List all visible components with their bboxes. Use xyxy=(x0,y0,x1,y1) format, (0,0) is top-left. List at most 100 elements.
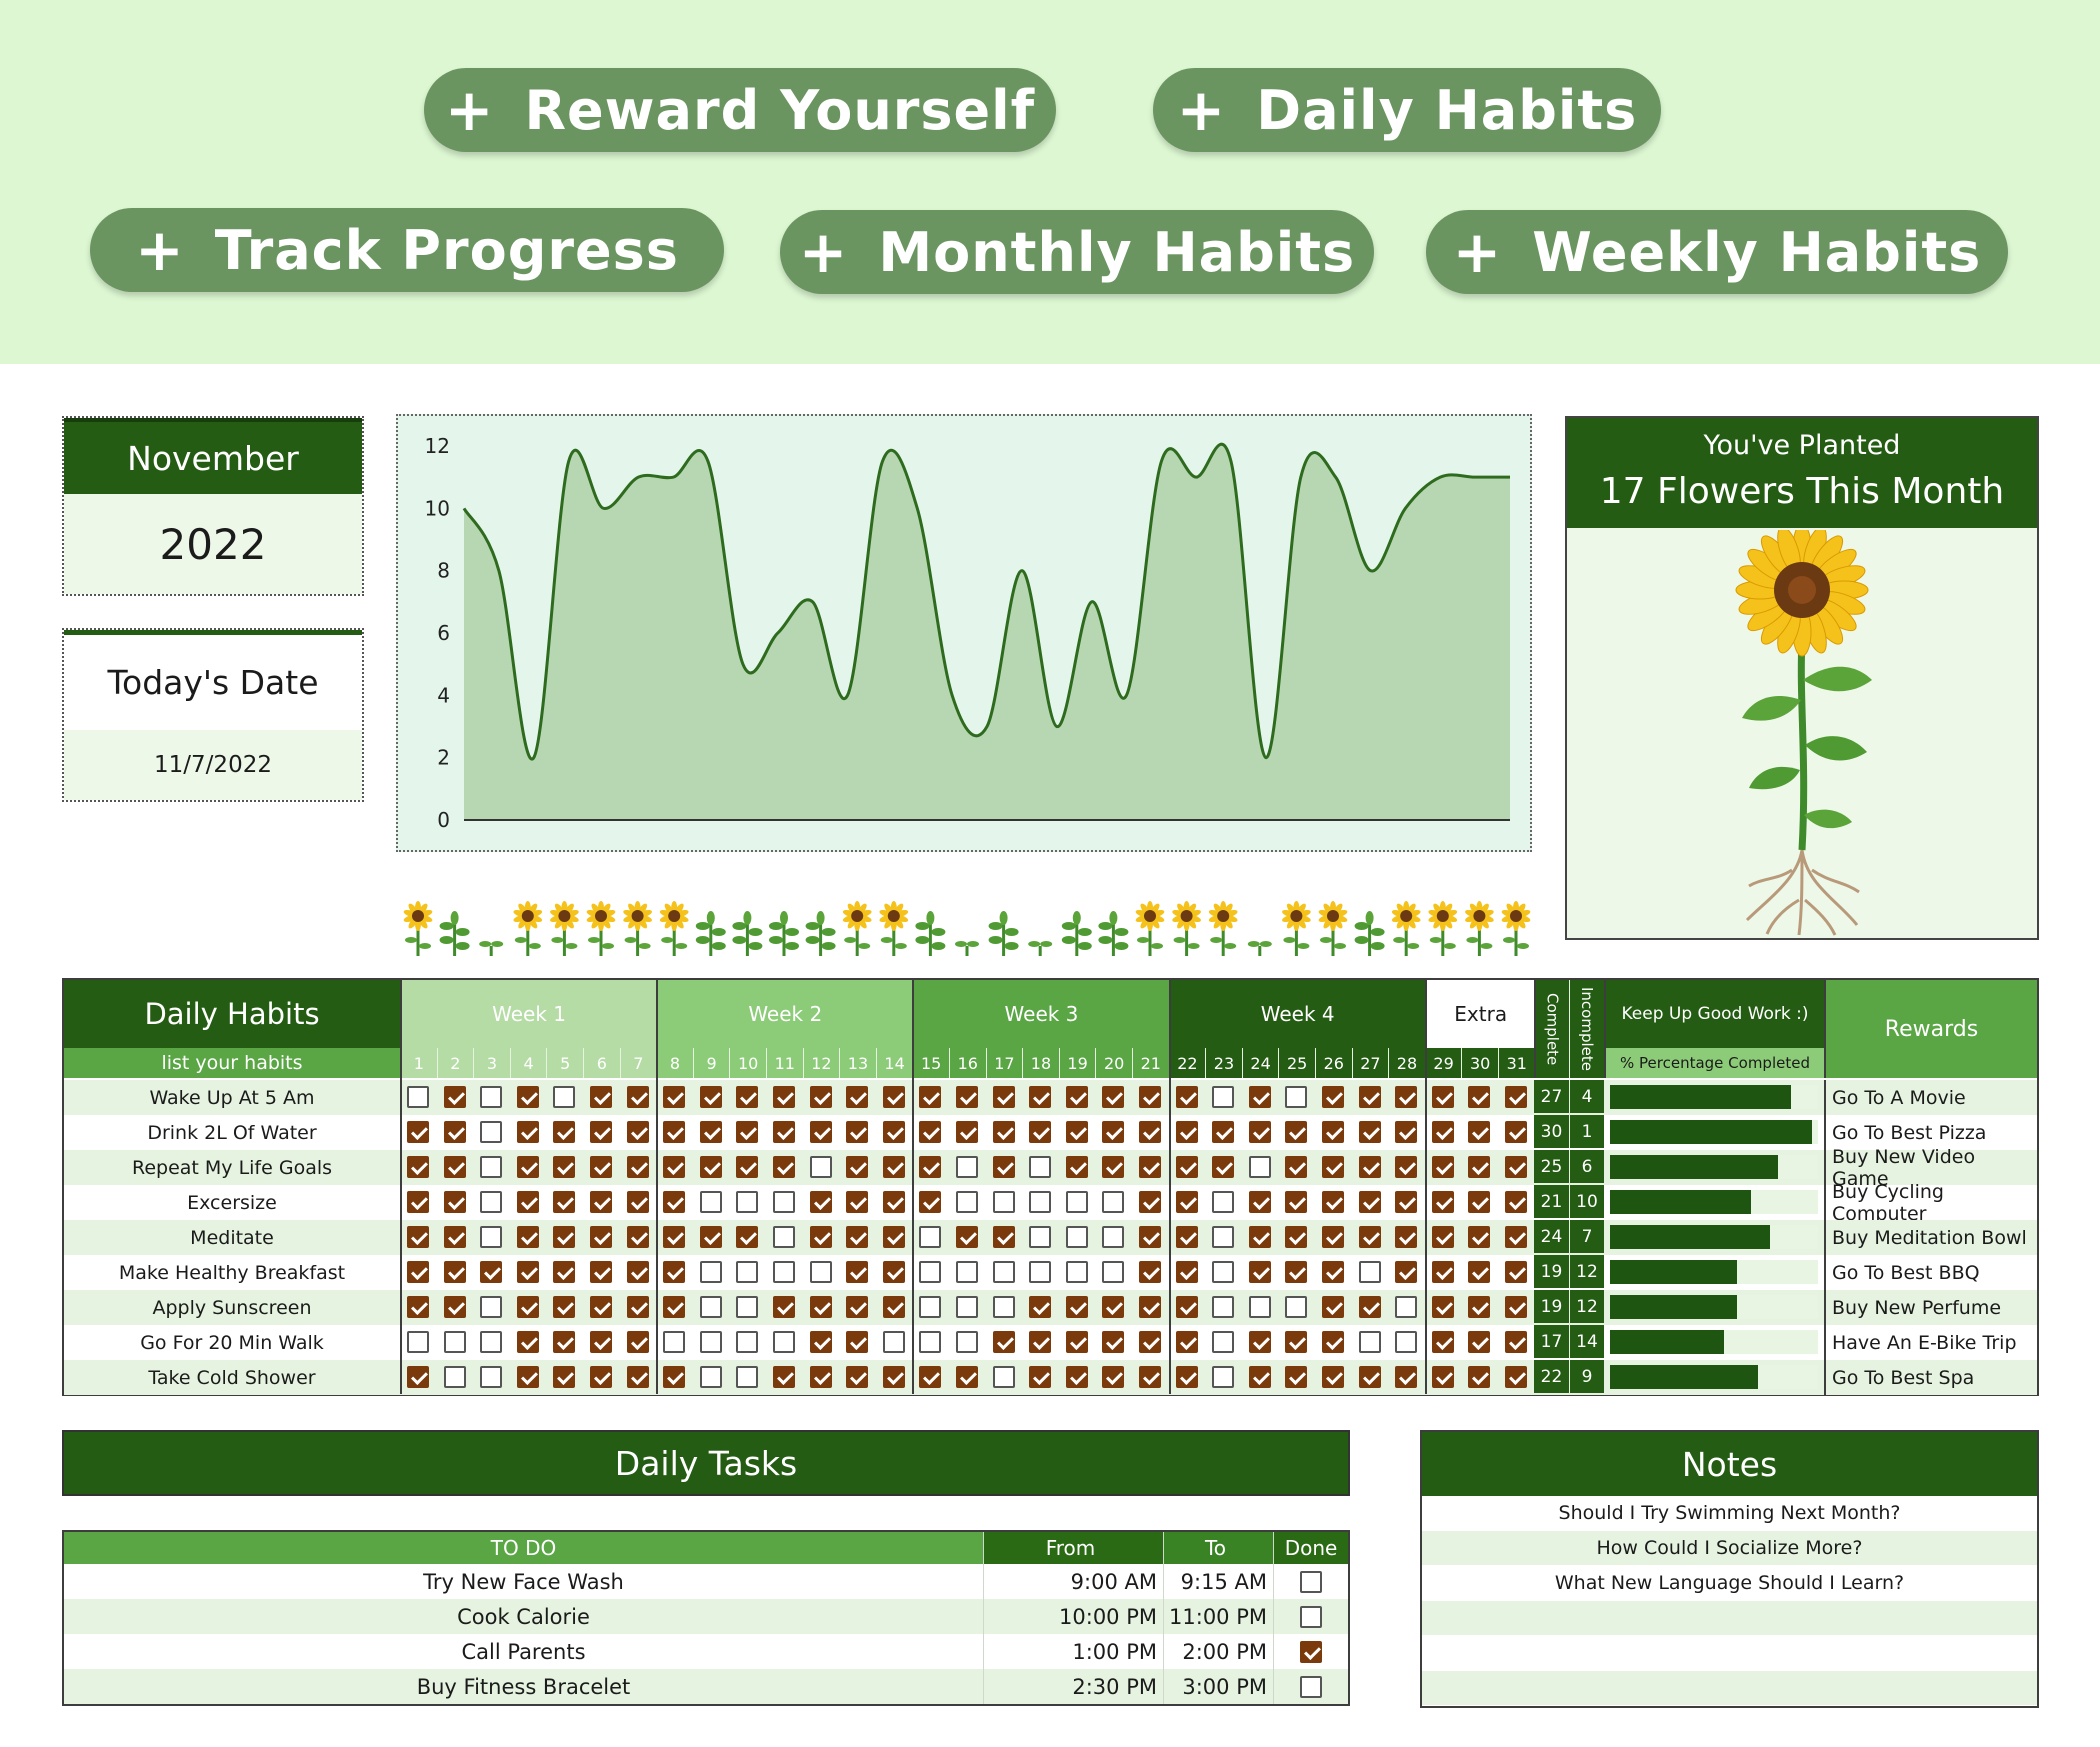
habit-checkbox[interactable] xyxy=(956,1366,978,1388)
habit-checkbox[interactable] xyxy=(809,1156,832,1178)
habit-name[interactable]: Take Cold Shower xyxy=(64,1360,400,1395)
habit-checkbox[interactable] xyxy=(407,1121,429,1143)
habit-checkbox[interactable] xyxy=(1065,1156,1088,1178)
habit-checkbox[interactable] xyxy=(516,1331,539,1353)
habit-checkbox[interactable] xyxy=(919,1086,942,1108)
note-item[interactable]: How Could I Socialize More? xyxy=(1422,1531,2037,1566)
task-name[interactable]: Try New Face Wash xyxy=(64,1564,984,1599)
habit-checkbox[interactable] xyxy=(773,1121,795,1143)
habit-checkbox[interactable] xyxy=(516,1366,539,1388)
habit-checkbox[interactable] xyxy=(480,1226,503,1248)
habit-checkbox[interactable] xyxy=(1102,1191,1125,1213)
habit-checkbox[interactable] xyxy=(1139,1086,1161,1108)
habit-checkbox[interactable] xyxy=(1029,1191,1052,1213)
habit-checkbox[interactable] xyxy=(919,1331,942,1353)
habit-checkbox[interactable] xyxy=(1395,1296,1418,1318)
habit-checkbox[interactable] xyxy=(1139,1261,1161,1283)
reward-item[interactable]: Go To Best Spa xyxy=(1824,1360,2037,1395)
task-name[interactable]: Cook Calorie xyxy=(64,1599,984,1634)
habit-checkbox[interactable] xyxy=(736,1156,759,1178)
habit-checkbox[interactable] xyxy=(1322,1121,1344,1143)
habit-checkbox[interactable] xyxy=(773,1331,795,1353)
reward-item[interactable]: Have An E-Bike Trip xyxy=(1824,1325,2037,1360)
habit-checkbox[interactable] xyxy=(626,1086,649,1108)
habit-checkbox[interactable] xyxy=(992,1086,1015,1108)
habit-checkbox[interactable] xyxy=(1248,1366,1271,1388)
habit-checkbox[interactable] xyxy=(407,1191,429,1213)
habit-checkbox[interactable] xyxy=(663,1331,686,1353)
habit-checkbox[interactable] xyxy=(919,1226,942,1248)
habit-checkbox[interactable] xyxy=(1395,1366,1418,1388)
habit-checkbox[interactable] xyxy=(480,1191,503,1213)
habit-checkbox[interactable] xyxy=(809,1296,832,1318)
habit-checkbox[interactable] xyxy=(1065,1191,1088,1213)
habit-checkbox[interactable] xyxy=(1395,1226,1418,1248)
habit-checkbox[interactable] xyxy=(992,1226,1015,1248)
habit-checkbox[interactable] xyxy=(736,1191,759,1213)
habit-checkbox[interactable] xyxy=(626,1156,649,1178)
habit-checkbox[interactable] xyxy=(626,1296,649,1318)
habit-checkbox[interactable] xyxy=(1248,1331,1271,1353)
habit-checkbox[interactable] xyxy=(443,1156,466,1178)
task-from[interactable]: 2:30 PM xyxy=(984,1669,1164,1704)
habit-checkbox[interactable] xyxy=(1505,1261,1527,1283)
habit-checkbox[interactable] xyxy=(516,1086,539,1108)
habit-checkbox[interactable] xyxy=(736,1366,759,1388)
habit-checkbox[interactable] xyxy=(590,1156,612,1178)
task-name[interactable]: Call Parents xyxy=(64,1634,984,1669)
habit-checkbox[interactable] xyxy=(1139,1191,1161,1213)
habit-checkbox[interactable] xyxy=(1285,1086,1308,1108)
habit-checkbox[interactable] xyxy=(1358,1366,1381,1388)
habit-checkbox[interactable] xyxy=(1395,1331,1418,1353)
habit-checkbox[interactable] xyxy=(1431,1191,1454,1213)
habit-checkbox[interactable] xyxy=(809,1191,832,1213)
habit-checkbox[interactable] xyxy=(773,1366,795,1388)
habit-checkbox[interactable] xyxy=(1468,1156,1491,1178)
task-to[interactable]: 11:00 PM xyxy=(1164,1599,1274,1634)
habit-checkbox[interactable] xyxy=(1358,1156,1381,1178)
habit-checkbox[interactable] xyxy=(882,1366,905,1388)
habit-checkbox[interactable] xyxy=(590,1121,612,1143)
habit-checkbox[interactable] xyxy=(1285,1261,1308,1283)
habit-checkbox[interactable] xyxy=(1505,1086,1527,1108)
habit-checkbox[interactable] xyxy=(1102,1331,1125,1353)
habit-checkbox[interactable] xyxy=(1102,1366,1125,1388)
habit-checkbox[interactable] xyxy=(443,1191,466,1213)
habit-checkbox[interactable] xyxy=(846,1366,869,1388)
reward-item[interactable]: Go To A Movie xyxy=(1824,1080,2037,1115)
habit-checkbox[interactable] xyxy=(443,1121,466,1143)
habit-checkbox[interactable] xyxy=(956,1261,978,1283)
habit-checkbox[interactable] xyxy=(736,1296,759,1318)
habit-checkbox[interactable] xyxy=(1248,1191,1271,1213)
habit-checkbox[interactable] xyxy=(443,1261,466,1283)
habit-checkbox[interactable] xyxy=(516,1261,539,1283)
habit-checkbox[interactable] xyxy=(626,1226,649,1248)
habit-checkbox[interactable] xyxy=(992,1156,1015,1178)
year-value[interactable]: 2022 xyxy=(64,494,362,594)
habit-checkbox[interactable] xyxy=(956,1296,978,1318)
habit-checkbox[interactable] xyxy=(699,1296,722,1318)
habit-checkbox[interactable] xyxy=(663,1366,686,1388)
habit-checkbox[interactable] xyxy=(699,1121,722,1143)
habit-checkbox[interactable] xyxy=(480,1366,503,1388)
habit-checkbox[interactable] xyxy=(1431,1261,1454,1283)
habit-checkbox[interactable] xyxy=(553,1191,576,1213)
note-item[interactable] xyxy=(1422,1601,2037,1636)
habit-checkbox[interactable] xyxy=(1358,1331,1381,1353)
habit-checkbox[interactable] xyxy=(1102,1121,1125,1143)
habit-checkbox[interactable] xyxy=(407,1086,429,1108)
habit-checkbox[interactable] xyxy=(407,1296,429,1318)
monthly-habits-button[interactable]: + Monthly Habits xyxy=(780,210,1374,294)
habit-checkbox[interactable] xyxy=(443,1331,466,1353)
habit-checkbox[interactable] xyxy=(1029,1121,1052,1143)
habit-checkbox[interactable] xyxy=(1505,1331,1527,1353)
habit-checkbox[interactable] xyxy=(809,1226,832,1248)
habit-checkbox[interactable] xyxy=(1431,1366,1454,1388)
habit-checkbox[interactable] xyxy=(1285,1156,1308,1178)
habit-checkbox[interactable] xyxy=(846,1121,869,1143)
habit-checkbox[interactable] xyxy=(1285,1296,1308,1318)
habit-checkbox[interactable] xyxy=(1358,1226,1381,1248)
habit-checkbox[interactable] xyxy=(626,1191,649,1213)
habit-checkbox[interactable] xyxy=(1065,1366,1088,1388)
note-item[interactable] xyxy=(1422,1636,2037,1671)
